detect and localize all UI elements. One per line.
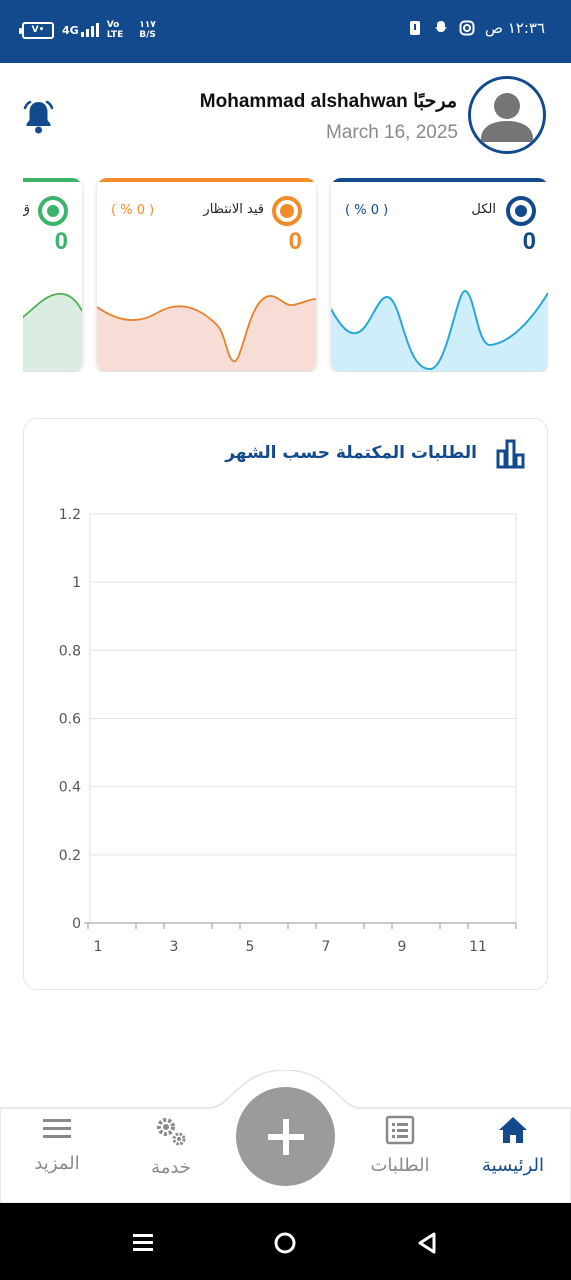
menu-icon [43,1119,71,1138]
battery-level: V• [31,25,45,35]
card-completed-count: 0 [54,228,68,255]
nav-home[interactable]: الرئيسية [468,1115,558,1176]
x-tick-label: 11 [469,939,487,955]
y-tick-label: 0.4 [59,780,81,796]
card-completed[interactable]: ق 0 [23,178,82,371]
card-pending-sparkline [97,295,316,371]
y-tick-label: 0.8 [59,643,81,659]
nav-more[interactable]: المزيد [12,1115,102,1174]
x-tick-label: 3 [170,939,179,955]
current-date: March 16, 2025 [325,122,458,143]
card-all-count: 0 [522,228,536,255]
status-cards-carousel[interactable]: الكل ( % 0 ) 0 قيد الانتظار ( % 0 ) 0 ق … [23,178,548,372]
y-tick-label: 1.2 [59,507,81,523]
card-all-sparkline [331,289,548,371]
status-time: ١٢:٣٦ ص [484,19,545,37]
card-all[interactable]: الكل ( % 0 ) 0 [331,178,548,371]
card-completed-sparkline [23,292,82,371]
nav-requests-label: الطلبات [370,1155,430,1176]
nav-home-label: الرئيسية [482,1155,544,1176]
add-button[interactable] [236,1087,335,1186]
net-speed: ١١٧ B/S [139,20,156,40]
nav-requests[interactable]: الطلبات [355,1115,445,1176]
card-pending-percent: ( % 0 ) [111,203,155,218]
sim-icon [409,21,420,35]
card-pending[interactable]: قيد الانتظار ( % 0 ) 0 [97,178,316,371]
x-tick-label: 1 [94,939,103,955]
nav-more-label: المزيد [34,1153,80,1174]
back-icon[interactable] [415,1231,439,1255]
net-speed-value: ١١٧ [139,20,156,30]
volte-top: Vo [106,20,120,30]
network-label: 4G [62,23,79,37]
y-tick-label: 0.6 [59,712,81,728]
y-tick-label: 0.2 [59,848,81,864]
x-tick-label: 7 [322,939,331,955]
bell-icon[interactable] [22,99,55,135]
header: Mohammad alshahwan مرحبًا March 16, 2025 [0,63,571,173]
volte-bottom: LTE [106,30,124,40]
battery-icon: V• [19,21,54,39]
status-right: ١٢:٣٦ ص [407,19,545,37]
document-list-icon [385,1115,415,1145]
card-pending-topbar [97,178,316,182]
x-tick-label: 5 [246,939,255,955]
nav-service-label: خدمة [151,1157,191,1178]
card-all-topbar [331,178,548,182]
nav-service[interactable]: خدمة [126,1115,216,1178]
net-speed-unit: B/S [139,30,156,40]
status-bar: V• 4G Vo LTE ١١٧ B/S ١٢:٣٦ ص [0,0,571,63]
signal-icon [80,23,99,37]
greeting-text: Mohammad alshahwan مرحبًا [199,91,457,112]
card-all-label: الكل [471,202,496,217]
home-icon [499,1117,527,1143]
target-icon [506,196,536,226]
x-tick-label: 9 [398,939,407,955]
home-circle-icon[interactable] [273,1231,297,1255]
plus-icon [267,1118,304,1155]
card-completed-topbar [23,178,82,182]
instagram-icon [459,20,475,36]
y-tick-label: 0 [72,916,81,932]
card-completed-label: ق [23,202,30,217]
check-circle-icon [38,196,68,226]
card-pending-label: قيد الانتظار [203,202,264,217]
volte-indicator: Vo LTE [107,20,124,40]
gears-icon [157,1118,186,1146]
pending-icon [272,196,302,226]
snapchat-icon [434,21,447,32]
user-avatar-icon[interactable] [468,76,546,154]
monthly-chart-panel: الطلبات المكتملة حسب الشهر 0 0.2 0.4 0.6 0.8… [23,418,548,990]
status-left: V• 4G Vo LTE ١١٧ B/S [19,20,156,40]
y-tick-label: 1 [72,575,81,591]
bottom-navigation: الرئيسية الطلبات خدمة المزيد [0,1070,571,1203]
monthly-line-chart: 0 0.2 0.4 0.6 0.8 1 1.2 1 3 5 7 9 11 [59,507,517,955]
card-all-percent: ( % 0 ) [345,203,389,218]
recent-apps-icon[interactable] [131,1232,155,1254]
system-navigation-bar [0,1203,571,1280]
card-pending-count: 0 [288,228,302,255]
